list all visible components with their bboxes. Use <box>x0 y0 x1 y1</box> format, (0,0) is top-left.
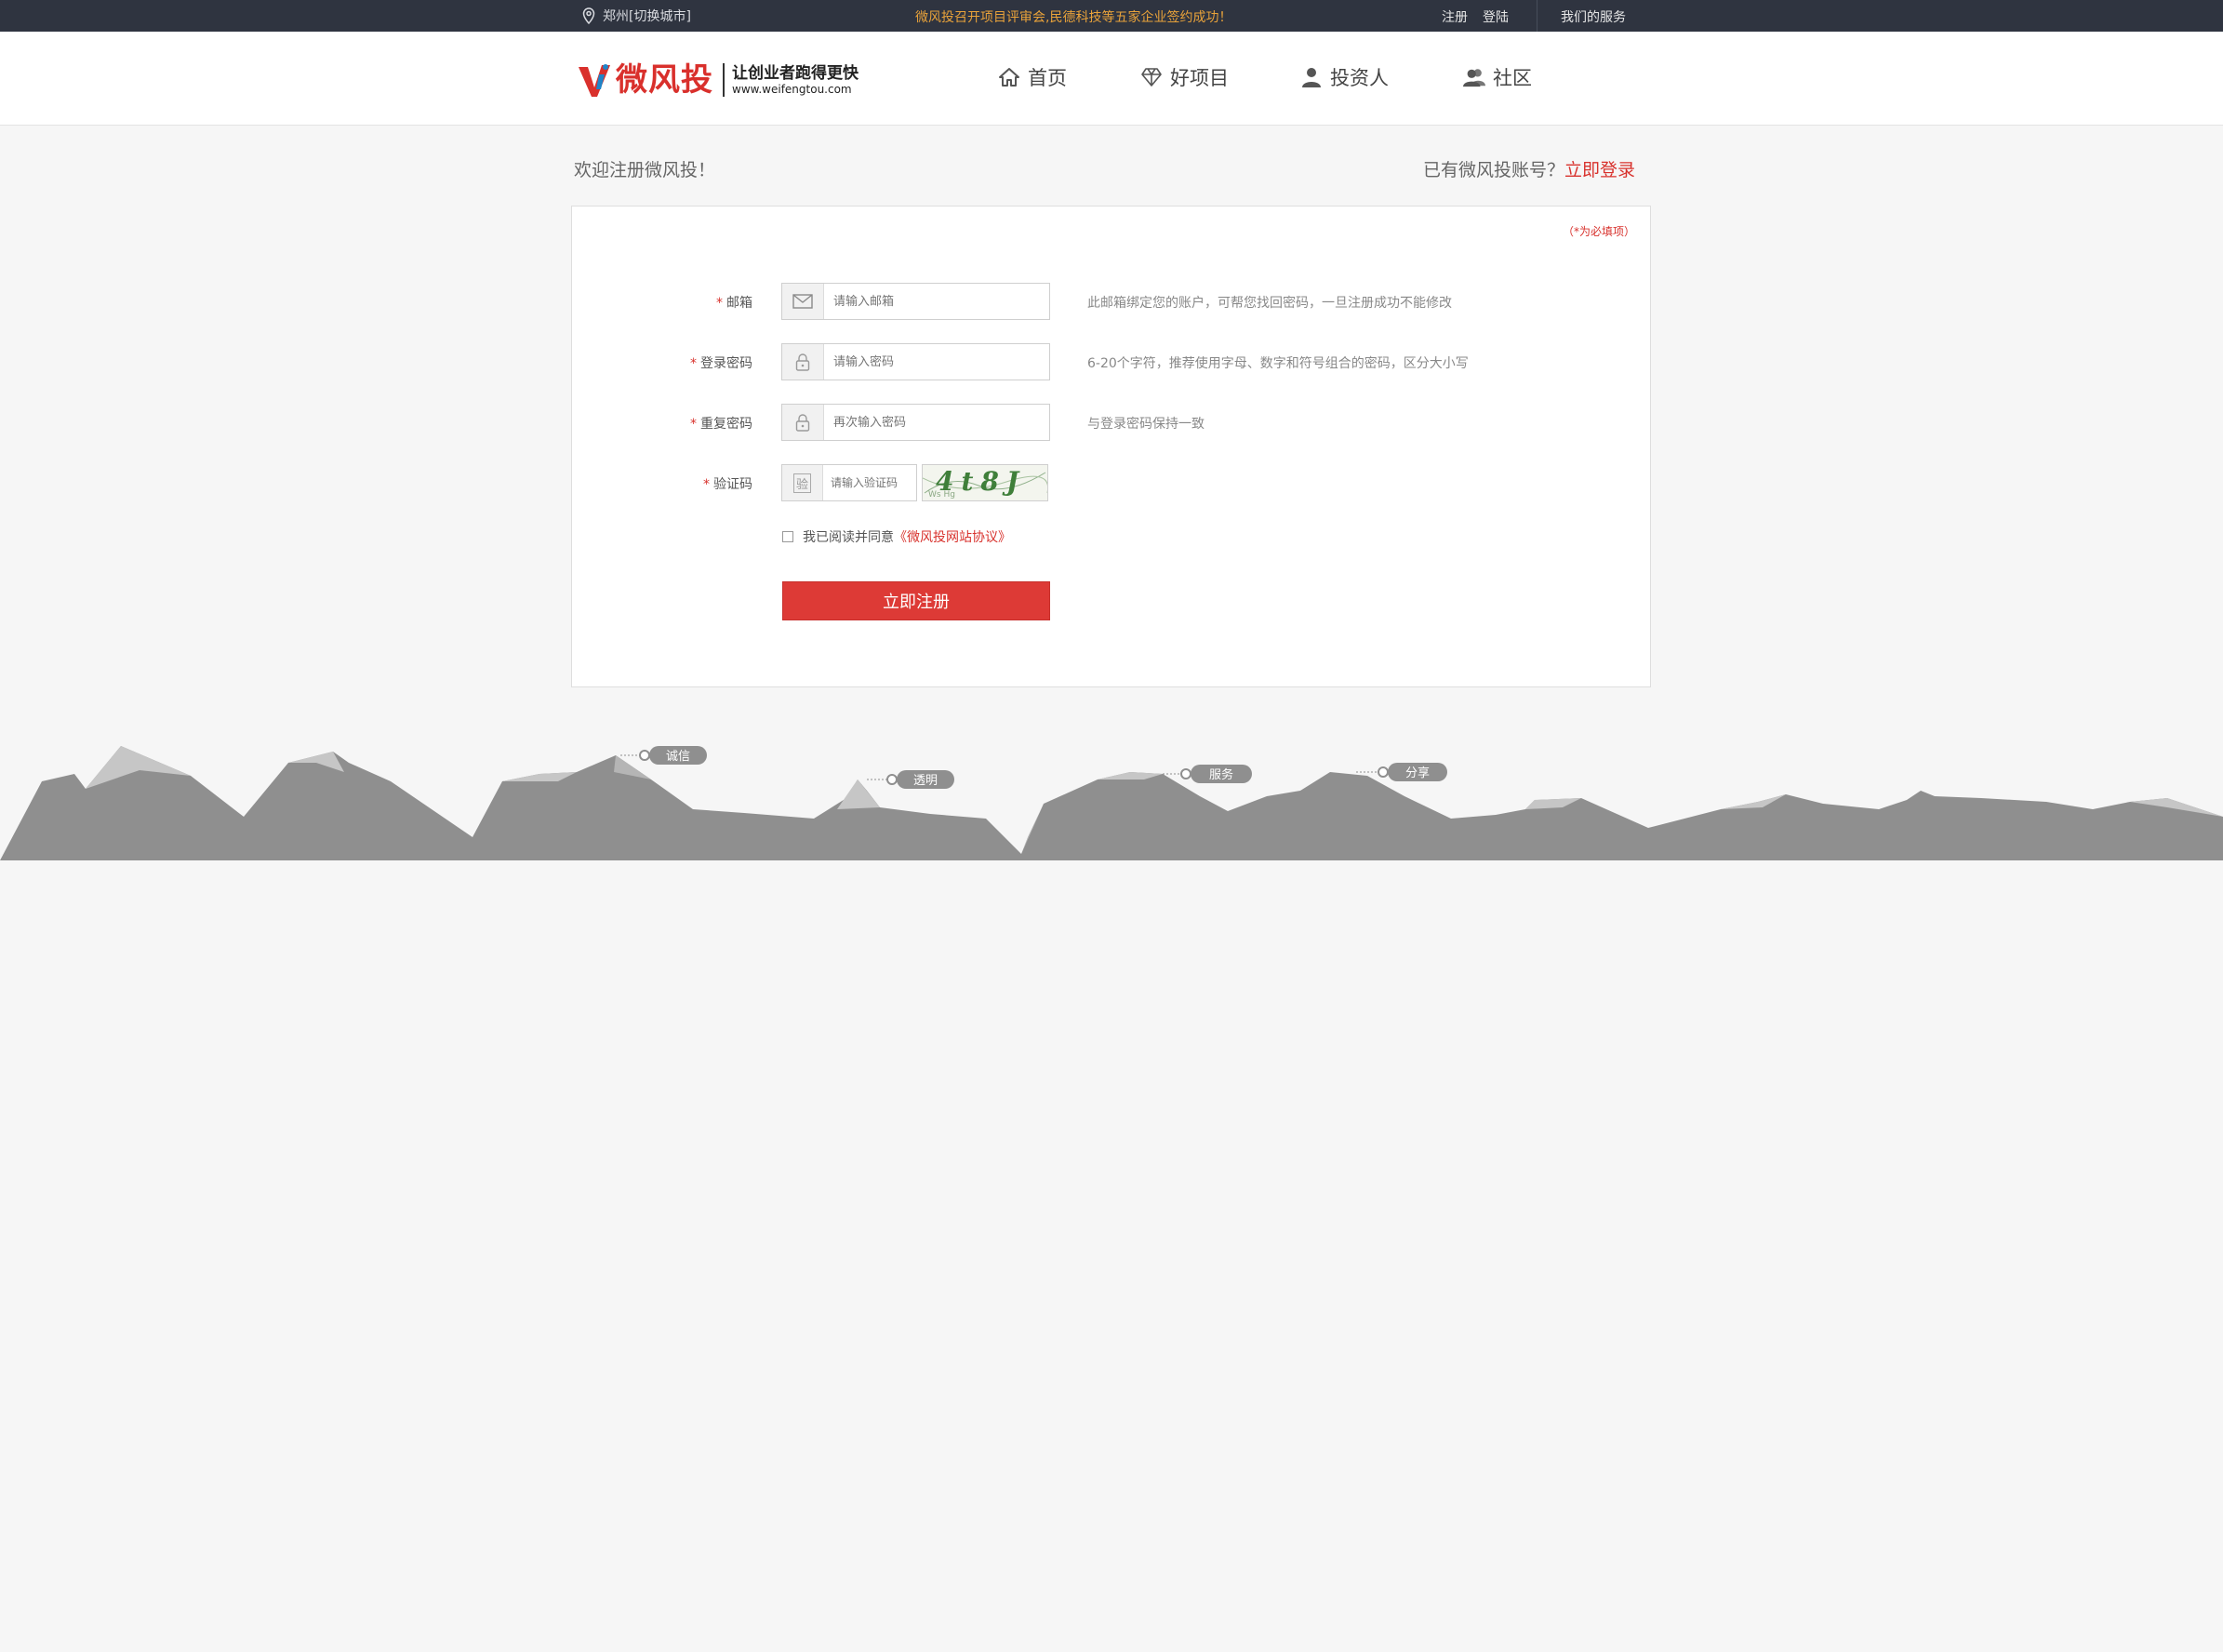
email-row: *邮箱 此邮箱绑定您的账户，可帮您找回密码，一旦注册成功不能修改 <box>572 283 1650 320</box>
email-label-text: 邮箱 <box>726 296 752 311</box>
envelope-icon <box>792 294 813 309</box>
city-switcher[interactable]: 郑州[切换城市] <box>582 7 691 25</box>
required-star: * <box>716 296 723 311</box>
home-icon <box>999 68 1019 87</box>
nav-label-projects: 好项目 <box>1170 67 1229 89</box>
registration-panel: （*为必填项） *邮箱 此邮箱绑定您的账户，可帮您找回密码，一旦注册成功不能修改… <box>571 206 1651 687</box>
captcha-row: *验证码 验 Ws Hg 4t8J <box>572 464 1650 501</box>
required-note: （*为必填项） <box>1562 225 1635 238</box>
lock-icon <box>795 414 810 432</box>
tag-honesty-label: 诚信 <box>666 750 690 764</box>
header: 微风投 让创业者跑得更快 www.weifengtou.com 首页 好项目 投… <box>0 32 2223 126</box>
diamond-icon <box>1141 68 1162 87</box>
email-icon-box <box>782 284 824 319</box>
captcha-text: 4t8J <box>936 466 1026 497</box>
captcha-image[interactable]: Ws Hg 4t8J <box>922 464 1049 501</box>
password-label: * 登录密码 <box>690 353 752 372</box>
password-row: * 登录密码 6-20个字符，推荐使用字母、数字和符号组合的密码，区分大小写 <box>572 343 1650 380</box>
captcha-input[interactable] <box>823 465 916 500</box>
password-field[interactable] <box>781 343 1050 380</box>
logo-url: www.weifengtou.com <box>732 83 852 96</box>
location-pin-icon <box>582 7 595 24</box>
lock-icon <box>795 353 810 371</box>
logo-v-icon <box>579 64 610 97</box>
tag-service-label: 服务 <box>1209 767 1233 782</box>
nav-item-investors[interactable]: 投资人 <box>1300 63 1389 91</box>
captcha-icon: 验 <box>792 473 811 493</box>
tag-service: 服务 <box>1163 765 1252 783</box>
agreement-row: 我已阅读并同意《微风投网站协议》 <box>782 527 1011 546</box>
captcha-label-text: 验证码 <box>713 477 752 492</box>
user-icon <box>1302 68 1321 87</box>
email-input[interactable] <box>824 284 1049 319</box>
services-link[interactable]: 我们的服务 <box>1561 7 1626 26</box>
mountain-illustration: 诚信 透明 服务 分享 <box>0 746 2223 860</box>
login-now-link[interactable]: 立即登录 <box>1564 160 1635 180</box>
nav-label-community: 社区 <box>1493 67 1532 89</box>
password-label-text: 登录密码 <box>700 356 752 371</box>
logo-name: 微风投 <box>616 61 713 99</box>
logo-divider <box>723 63 725 97</box>
city-label: 郑州[切换城市] <box>603 9 691 24</box>
login-prompt: 已有微风投账号？立即登录 <box>1423 156 1635 181</box>
captcha-noise: Ws Hg 4t8J <box>922 466 1049 500</box>
agree-text: 我已阅读并同意《微风投网站协议》 <box>803 527 1011 546</box>
captcha-icon-box: 验 <box>782 465 823 500</box>
email-label: * 邮箱 <box>716 293 752 312</box>
agree-checkbox[interactable] <box>782 531 793 542</box>
tag-honesty: 诚信 <box>620 746 707 765</box>
confirm-password-field[interactable] <box>781 404 1050 441</box>
logo-slogan: 让创业者跑得更快 <box>732 64 859 83</box>
page-title: 欢迎注册微风投！ <box>574 160 716 180</box>
required-star: * <box>703 477 710 492</box>
users-icon <box>1463 69 1485 87</box>
top-bar: 郑州[切换城市] 微风投召开项目评审会,民德科技等五家企业签约成功！ 注册 登陆… <box>0 0 2223 32</box>
tag-transparency-label: 透明 <box>913 774 938 788</box>
required-star: * <box>690 356 697 371</box>
register-link[interactable]: 注册 <box>1442 7 1468 26</box>
confirm-password-input[interactable] <box>824 405 1049 440</box>
password-hint: 6-20个字符，推荐使用字母、数字和符号组合的密码，区分大小写 <box>1087 356 1469 371</box>
confirm-password-label-text: 重复密码 <box>700 417 752 432</box>
tag-sharing-label: 分享 <box>1405 766 1430 780</box>
nav-item-community[interactable]: 社区 <box>1463 63 1532 91</box>
login-prompt-text: 已有微风投账号？ <box>1422 160 1564 180</box>
tag-transparency: 透明 <box>867 770 954 789</box>
captcha-field[interactable]: 验 <box>781 464 917 501</box>
email-hint: 此邮箱绑定您的账户，可帮您找回密码，一旦注册成功不能修改 <box>1087 296 1452 311</box>
email-field[interactable] <box>781 283 1050 320</box>
captcha-label: * 验证码 <box>703 474 752 493</box>
nav-label-investors: 投资人 <box>1330 67 1389 89</box>
confirm-icon-box <box>782 405 824 440</box>
logo-subtitle: 让创业者跑得更快 www.weifengtou.com <box>732 64 859 96</box>
nav-item-home[interactable]: 首页 <box>998 63 1067 91</box>
agreement-link[interactable]: 《微风投网站协议》 <box>894 530 1011 545</box>
password-icon-box <box>782 344 824 380</box>
login-link[interactable]: 登陆 <box>1483 7 1509 26</box>
confirm-password-row: * 重复密码 与登录密码保持一致 <box>572 404 1650 441</box>
nav-label-home: 首页 <box>1028 67 1067 89</box>
password-input[interactable] <box>824 344 1049 380</box>
required-star: * <box>690 417 697 432</box>
nav-item-projects[interactable]: 好项目 <box>1140 63 1229 91</box>
logo[interactable]: 微风投 让创业者跑得更快 www.weifengtou.com <box>577 60 859 100</box>
confirm-password-label: * 重复密码 <box>690 414 752 433</box>
agree-text-label: 我已阅读并同意 <box>803 530 894 545</box>
confirm-password-hint: 与登录密码保持一致 <box>1087 417 1205 432</box>
register-button[interactable]: 立即注册 <box>782 581 1050 620</box>
notice-link[interactable]: 微风投召开项目评审会,民德科技等五家企业签约成功！ <box>915 7 1231 26</box>
